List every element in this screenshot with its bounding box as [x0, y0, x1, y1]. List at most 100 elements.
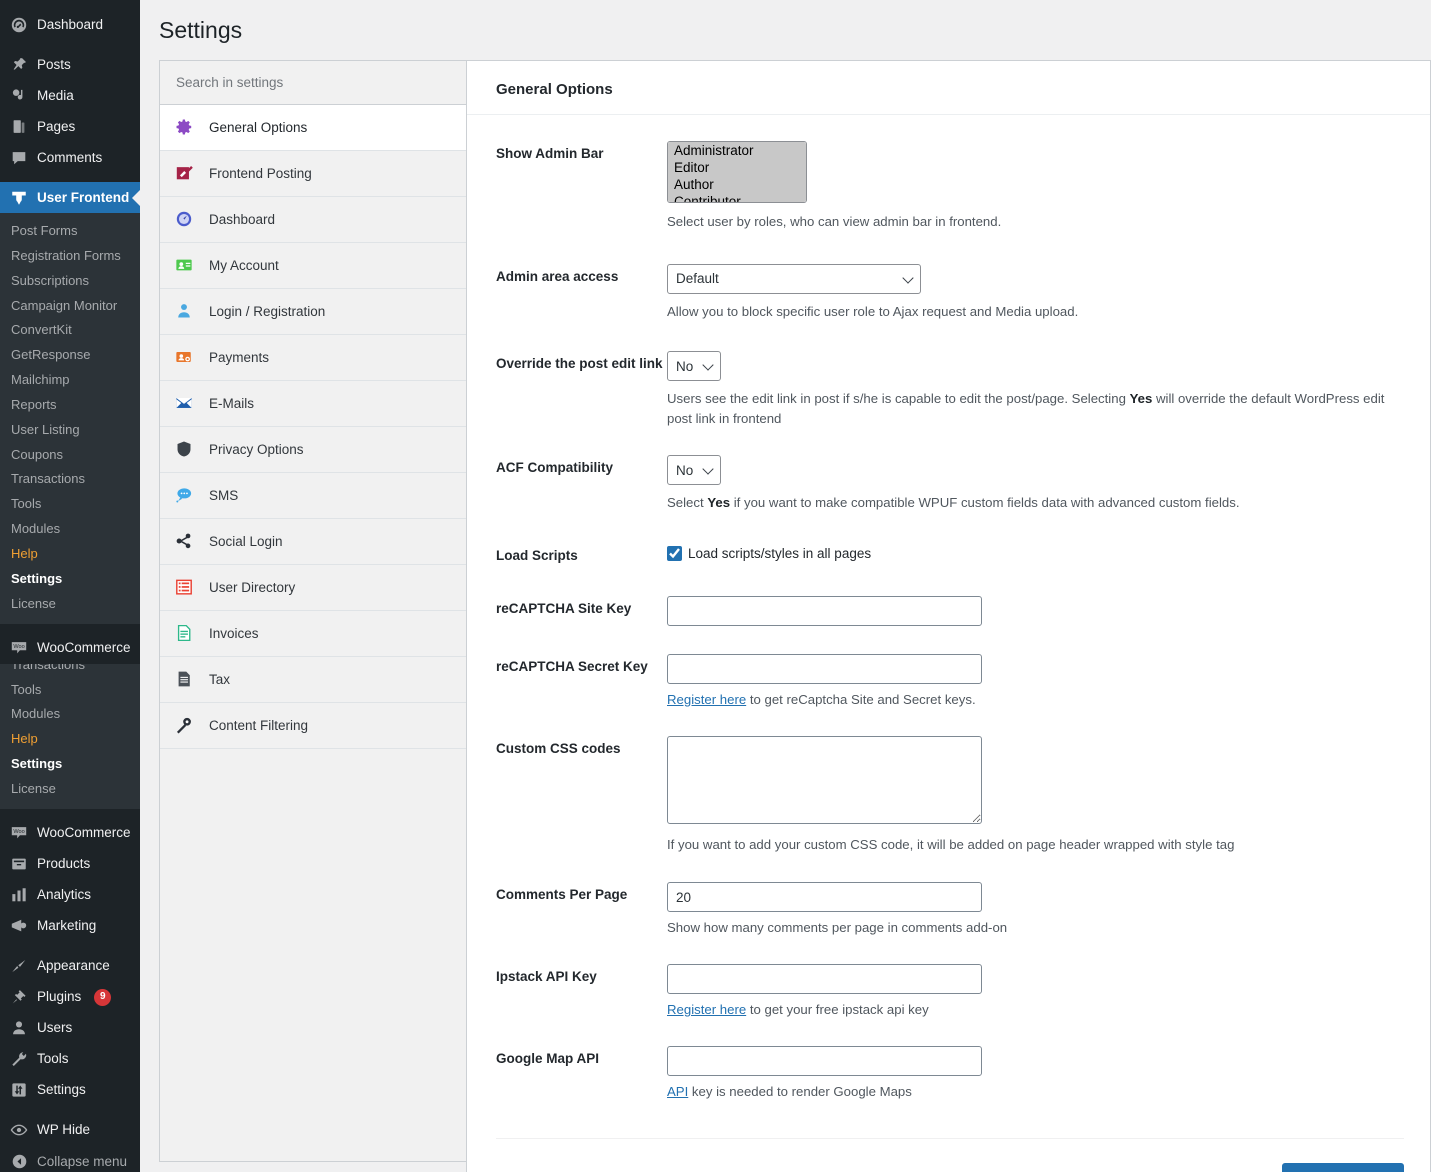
search-input[interactable] — [174, 73, 452, 91]
submenu-item-tools-dup[interactable]: Tools — [0, 678, 140, 703]
submenu-item-help-dup[interactable]: Help — [0, 727, 140, 752]
tab-user-directory[interactable]: User Directory — [160, 564, 466, 611]
acf-compatibility-select[interactable]: No Yes — [667, 455, 721, 486]
sidebar-item-media[interactable]: Media — [0, 80, 140, 111]
sidebar-item-comments[interactable]: Comments — [0, 142, 140, 173]
submenu-item-reports[interactable]: Reports — [0, 393, 140, 418]
sidebar-item-analytics[interactable]: Analytics — [0, 880, 140, 911]
role-option[interactable]: Contributor — [668, 193, 806, 203]
role-option[interactable]: Author — [668, 176, 806, 193]
id-card-icon — [173, 254, 195, 276]
recaptcha-secret-key-input[interactable] — [667, 653, 982, 684]
submenu-item-registration-forms[interactable]: Registration Forms — [0, 244, 140, 269]
comments-per-page-input[interactable] — [667, 882, 982, 913]
sidebar-item-label: Analytics — [37, 887, 92, 903]
field-control: Administrator Editor Author Contributor … — [667, 140, 1404, 232]
submenu-item-coupons[interactable]: Coupons — [0, 443, 140, 468]
tab-tax[interactable]: Tax — [160, 656, 466, 703]
field-control: Default Allow you to block specific user… — [667, 263, 1404, 322]
tab-sms[interactable]: SMS — [160, 472, 466, 519]
show-admin-bar-roles-select[interactable]: Administrator Editor Author Contributor — [667, 140, 807, 203]
submenu-item-getresponse[interactable]: GetResponse — [0, 343, 140, 368]
user-frontend-submenu: Post Forms Registration Forms Subscripti… — [0, 213, 140, 624]
sidebar-item-settings[interactable]: Settings — [0, 1075, 140, 1106]
submenu-item-license[interactable]: License — [0, 592, 140, 617]
load-scripts-checkbox[interactable] — [667, 545, 682, 561]
tab-general-options[interactable]: General Options — [160, 104, 466, 151]
role-option[interactable]: Administrator — [668, 142, 806, 159]
submenu-item-transactions[interactable]: Transactions — [0, 467, 140, 492]
tab-content-filtering[interactable]: Content Filtering — [160, 702, 466, 749]
load-scripts-label[interactable]: Load scripts/styles in all pages — [688, 546, 871, 561]
tab-label: Content Filtering — [209, 717, 309, 733]
tab-privacy-options[interactable]: Privacy Options — [160, 426, 466, 473]
google-map-api-input[interactable] — [667, 1045, 982, 1076]
tab-payments[interactable]: Payments — [160, 334, 466, 381]
google-api-link[interactable]: API — [667, 1084, 688, 1099]
svg-text:Woo: Woo — [13, 829, 24, 835]
submenu-item-user-listing[interactable]: User Listing — [0, 418, 140, 443]
sidebar-item-woocommerce-top[interactable]: Woo WooCommerce — [0, 633, 140, 664]
settings-search-box[interactable] — [160, 60, 466, 105]
custom-css-textarea[interactable] — [667, 735, 982, 824]
field-description: API key is needed to render Google Maps — [667, 1082, 1387, 1102]
ipstack-register-link[interactable]: Register here — [667, 1002, 746, 1017]
submenu-item-campaign-monitor[interactable]: Campaign Monitor — [0, 294, 140, 319]
save-changes-button[interactable]: Save Changes — [1282, 1162, 1404, 1172]
sidebar-item-products[interactable]: Products — [0, 849, 140, 880]
tab-emails[interactable]: E-Mails — [160, 380, 466, 427]
sidebar-item-tools[interactable]: Tools — [0, 1044, 140, 1075]
submenu-item-convertkit[interactable]: ConvertKit — [0, 318, 140, 343]
ipstack-api-key-input[interactable] — [667, 964, 982, 995]
override-post-edit-link-select[interactable]: No Yes — [667, 351, 721, 382]
submenu-item-settings[interactable]: Settings — [0, 567, 140, 592]
desc-part-2: if you want to make compatible WPUF cust… — [730, 495, 1240, 511]
settings-panel: General Options Show Admin Bar Administr… — [466, 59, 1431, 1172]
tab-frontend-posting[interactable]: Frontend Posting — [160, 150, 466, 197]
submenu-item-modules-dup[interactable]: Modules — [0, 702, 140, 727]
sidebar-item-appearance[interactable]: Appearance — [0, 951, 140, 982]
submenu-item-subscriptions[interactable]: Subscriptions — [0, 269, 140, 294]
appearance-icon — [9, 956, 29, 976]
tab-my-account[interactable]: My Account — [160, 242, 466, 289]
admin-area-access-select[interactable]: Default — [667, 263, 921, 294]
sidebar-item-plugins[interactable]: Plugins 9 — [0, 982, 140, 1013]
wp-admin-sidebar: Dashboard Posts Media Pages Comments Use… — [0, 0, 140, 1172]
sidebar-item-woocommerce[interactable]: Woo WooCommerce — [0, 818, 140, 849]
submenu-item-mailchimp[interactable]: Mailchimp — [0, 368, 140, 393]
submenu-item-settings-dup[interactable]: Settings — [0, 752, 140, 777]
load-scripts-row[interactable]: Load scripts/styles in all pages — [667, 543, 1404, 561]
panel-footer: Save Changes — [496, 1137, 1404, 1172]
sidebar-item-users[interactable]: Users — [0, 1013, 140, 1044]
tab-invoices[interactable]: Invoices — [160, 610, 466, 657]
submenu-item-license-dup[interactable]: License — [0, 777, 140, 802]
submenu-item-tools[interactable]: Tools — [0, 492, 140, 517]
sidebar-item-marketing[interactable]: Marketing — [0, 911, 140, 942]
tab-login-registration[interactable]: Login / Registration — [160, 288, 466, 335]
submenu-item-modules[interactable]: Modules — [0, 517, 140, 542]
envelope-icon — [173, 392, 195, 414]
tab-dashboard[interactable]: Dashboard — [160, 196, 466, 243]
sidebar-item-dashboard[interactable]: Dashboard — [0, 9, 140, 40]
field-show-admin-bar: Show Admin Bar Administrator Editor Auth… — [467, 140, 1430, 232]
role-option[interactable]: Editor — [668, 159, 806, 176]
plugins-icon — [9, 987, 29, 1007]
sidebar-item-pages[interactable]: Pages — [0, 111, 140, 142]
submenu-item-post-forms[interactable]: Post Forms — [0, 219, 140, 244]
recaptcha-register-link[interactable]: Register here — [667, 692, 746, 707]
tab-social-login[interactable]: Social Login — [160, 518, 466, 565]
field-google-map-api: Google Map API API key is needed to rend… — [467, 1045, 1430, 1102]
field-description: Register here to get reCaptcha Site and … — [667, 690, 1387, 710]
pin-icon — [9, 55, 29, 75]
recaptcha-site-key-input[interactable] — [667, 595, 982, 626]
collapse-menu-button[interactable]: Collapse menu — [0, 1146, 140, 1172]
sidebar-item-posts[interactable]: Posts — [0, 49, 140, 80]
submenu-item-help[interactable]: Help — [0, 542, 140, 567]
sidebar-item-user-frontend[interactable]: User Frontend — [0, 182, 140, 213]
tab-label: SMS — [209, 487, 239, 503]
sidebar-item-wp-hide[interactable]: WP Hide — [0, 1115, 140, 1146]
override-post-edit-link-wrapper: No Yes — [667, 351, 721, 382]
svg-text:Woo: Woo — [13, 644, 24, 650]
